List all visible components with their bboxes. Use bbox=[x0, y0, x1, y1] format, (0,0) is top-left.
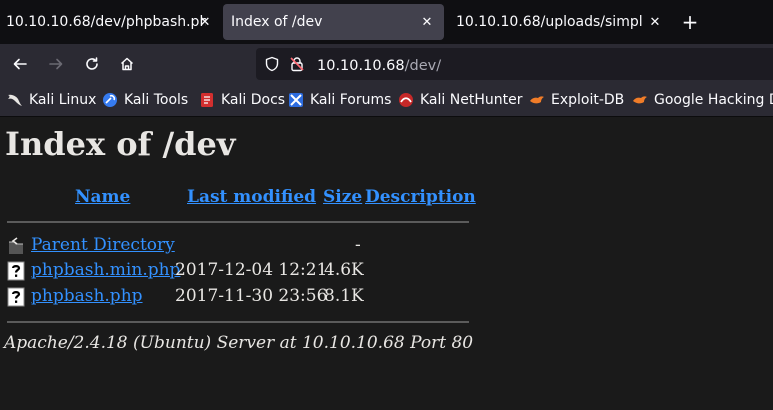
tab-index-of-dev[interactable]: Index of /dev ✕ bbox=[223, 4, 444, 40]
server-signature: Apache/2.4.18 (Ubuntu) Server at 10.10.1… bbox=[4, 333, 474, 353]
kali-tools-icon bbox=[103, 93, 117, 107]
table-row: phpbash.php 2017-11-30 23:56 8.1K bbox=[0, 286, 500, 308]
sort-by-size-link[interactable]: Size bbox=[323, 187, 362, 207]
sort-by-last-modified-link[interactable]: Last modified bbox=[187, 187, 316, 207]
sort-by-name-link[interactable]: Name bbox=[75, 187, 130, 207]
file-size: 8.1K bbox=[324, 286, 364, 306]
bookmark-kali-tools[interactable]: Kali Tools bbox=[102, 90, 188, 110]
url-host: 10.10.10.68 bbox=[317, 57, 405, 74]
table-row: Parent Directory - bbox=[0, 235, 500, 257]
url-bar[interactable]: 10.10.10.68/dev/ bbox=[256, 48, 773, 80]
url-path: /dev/ bbox=[404, 57, 442, 74]
unknown-file-icon bbox=[7, 287, 25, 307]
insecure-lock-icon[interactable] bbox=[289, 56, 305, 72]
bookmark-exploit-db[interactable]: Exploit-DB bbox=[529, 90, 624, 110]
reload-button[interactable] bbox=[78, 50, 106, 78]
home-button[interactable] bbox=[113, 50, 141, 78]
page-content: Index of /dev Name Last modified Size De… bbox=[0, 117, 773, 410]
bookmark-label: Kali Tools bbox=[124, 92, 189, 108]
nethunter-icon bbox=[399, 93, 413, 107]
unknown-file-icon bbox=[7, 261, 25, 281]
back-button[interactable] bbox=[6, 50, 34, 78]
bookmark-label: Kali Forums bbox=[310, 92, 392, 108]
file-modified: 2017-11-30 23:56 bbox=[175, 286, 328, 306]
url-text[interactable]: 10.10.10.68/dev/ bbox=[317, 55, 441, 74]
bookmark-label: Kali Linux bbox=[29, 92, 97, 108]
tab-title: Index of /dev bbox=[231, 14, 323, 30]
kali-dragon-icon bbox=[8, 94, 22, 106]
parent-directory-link[interactable]: Parent Directory bbox=[31, 235, 175, 255]
file-link-phpbash-min-php[interactable]: phpbash.min.php bbox=[31, 260, 180, 280]
bookmark-label: Kali NetHunter bbox=[420, 92, 523, 108]
close-icon[interactable]: ✕ bbox=[196, 13, 214, 31]
sort-by-description-link[interactable]: Description bbox=[365, 187, 476, 207]
bookmark-label: Google Hacking DB bbox=[654, 92, 773, 108]
back-arrow-icon bbox=[13, 58, 27, 70]
kali-docs-icon bbox=[201, 93, 213, 107]
file-size: 4.6K bbox=[324, 260, 364, 280]
bookmark-kali-linux[interactable]: Kali Linux bbox=[7, 90, 96, 110]
tab-uploads[interactable]: 10.10.10.68/uploads/simple-b ✕ bbox=[448, 4, 672, 40]
bookmark-kali-forums[interactable]: Kali Forums bbox=[288, 90, 391, 110]
new-tab-button[interactable]: + bbox=[678, 9, 702, 35]
table-row: phpbash.min.php 2017-12-04 12:21 4.6K bbox=[0, 260, 500, 282]
ghdb-icon bbox=[633, 96, 647, 104]
footer-divider bbox=[7, 321, 469, 323]
reload-icon bbox=[86, 57, 98, 70]
close-icon[interactable]: ✕ bbox=[646, 13, 664, 31]
close-icon[interactable]: ✕ bbox=[418, 13, 436, 31]
bookmarks-toolbar: Kali Linux Kali Tools Kali Docs Kali For… bbox=[0, 84, 773, 117]
home-icon bbox=[120, 57, 134, 71]
tab-title: 10.10.10.68/dev/phpbash.php bbox=[6, 14, 206, 30]
tab-title: 10.10.10.68/uploads/simple-b bbox=[456, 14, 642, 30]
navigation-toolbar: 10.10.10.68/dev/ bbox=[0, 44, 773, 84]
bookmark-google-hacking-db[interactable]: Google Hacking DB bbox=[632, 90, 773, 110]
back-folder-icon bbox=[9, 237, 23, 254]
tab-strip: 10.10.10.68/dev/phpbash.php ✕ Index of /… bbox=[0, 0, 773, 44]
file-link-phpbash-php[interactable]: phpbash.php bbox=[31, 286, 143, 306]
bookmark-kali-docs[interactable]: Kali Docs bbox=[199, 90, 285, 110]
header-divider bbox=[7, 221, 469, 223]
tab-phpbash[interactable]: 10.10.10.68/dev/phpbash.php ✕ bbox=[0, 4, 222, 40]
exploitdb-icon bbox=[530, 96, 544, 104]
tracking-protection-shield-icon[interactable] bbox=[264, 56, 280, 72]
bookmark-label: Kali Docs bbox=[221, 92, 286, 108]
page-title: Index of /dev bbox=[5, 125, 236, 163]
forward-arrow-icon bbox=[49, 58, 63, 70]
file-modified: 2017-12-04 12:21 bbox=[175, 260, 328, 280]
kali-forums-icon bbox=[289, 93, 303, 107]
file-size: - bbox=[355, 235, 361, 255]
forward-button[interactable] bbox=[42, 50, 70, 78]
bookmark-kali-nethunter[interactable]: Kali NetHunter bbox=[398, 90, 522, 110]
bookmark-label: Exploit-DB bbox=[551, 92, 625, 108]
